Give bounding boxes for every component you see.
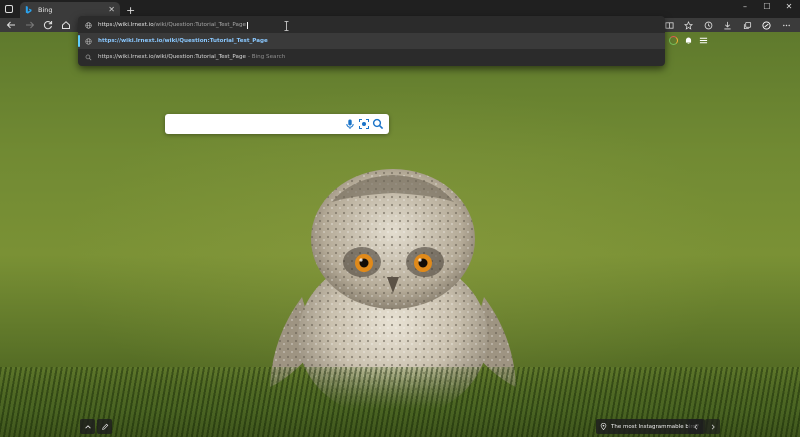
favorites-button[interactable] bbox=[679, 18, 699, 32]
image-navigation bbox=[688, 419, 720, 434]
chevron-up-icon bbox=[84, 424, 91, 428]
expand-feed-button[interactable] bbox=[80, 419, 95, 434]
home-button[interactable] bbox=[59, 18, 73, 32]
address-bar-dropdown: https://wiki.lrnext.io/wiki/Question:Tut… bbox=[78, 16, 665, 66]
toolbar-right-icons bbox=[660, 18, 797, 32]
menu-button[interactable] bbox=[699, 36, 708, 45]
hamburger-icon bbox=[699, 37, 708, 44]
rewards-icon[interactable] bbox=[669, 36, 678, 45]
chevron-right-icon bbox=[711, 424, 715, 429]
arrow-right-icon bbox=[26, 21, 35, 29]
forward-button[interactable] bbox=[23, 18, 37, 32]
downloads-icon bbox=[724, 21, 731, 29]
favorites-icon bbox=[684, 20, 694, 30]
notifications-button[interactable] bbox=[684, 36, 693, 45]
refresh-button[interactable] bbox=[41, 18, 55, 32]
history-icon bbox=[704, 21, 713, 29]
visual-search-icon bbox=[359, 119, 369, 129]
edit-button[interactable] bbox=[97, 419, 112, 434]
next-image-button[interactable] bbox=[705, 419, 720, 434]
search-icon bbox=[372, 118, 384, 130]
copilot-button[interactable] bbox=[757, 18, 777, 32]
suggestion-url-text: https://wiki.lrnext.io/wiki/Question:Tut… bbox=[98, 38, 268, 44]
collections-button[interactable] bbox=[738, 18, 758, 32]
bottom-left-controls bbox=[80, 419, 112, 434]
suggestion-url[interactable]: https://wiki.lrnext.io/wiki/Question:Tut… bbox=[78, 33, 665, 49]
copilot-icon bbox=[762, 20, 771, 30]
collections-icon bbox=[743, 21, 751, 29]
close-window-button[interactable]: ✕ bbox=[778, 0, 800, 14]
search-button[interactable] bbox=[372, 118, 384, 130]
visual-search-button[interactable] bbox=[358, 118, 370, 130]
refresh-icon bbox=[43, 21, 53, 30]
text-cursor-icon bbox=[284, 21, 289, 31]
arrow-left-icon bbox=[6, 21, 15, 29]
location-pin-icon bbox=[600, 423, 607, 430]
pencil-icon bbox=[101, 423, 108, 430]
tab-actions-icon bbox=[5, 5, 13, 13]
suggestion-source: - Bing Search bbox=[247, 54, 286, 60]
downloads-button[interactable] bbox=[718, 18, 738, 32]
background-image bbox=[0, 32, 800, 437]
back-button[interactable] bbox=[4, 18, 18, 32]
suggestion-bing-search[interactable]: https://wiki.lrnext.io/wiki/Question:Tut… bbox=[78, 49, 665, 65]
voice-search-button[interactable] bbox=[344, 118, 356, 130]
bing-logo-icon bbox=[25, 6, 32, 14]
chevron-left-icon bbox=[693, 424, 697, 429]
tab-actions-button[interactable] bbox=[0, 0, 18, 18]
search-input[interactable] bbox=[171, 117, 337, 131]
tab-title: Bing bbox=[38, 6, 53, 14]
more-button[interactable] bbox=[777, 18, 797, 32]
search-icon bbox=[85, 54, 91, 60]
address-host: https://wiki.lrnext.io bbox=[98, 22, 154, 28]
minimize-button[interactable]: – bbox=[734, 0, 756, 14]
more-icon bbox=[782, 24, 790, 26]
selection-accent bbox=[78, 35, 80, 47]
split-screen-icon bbox=[665, 21, 674, 29]
text-caret bbox=[246, 21, 248, 29]
microphone-icon bbox=[346, 119, 354, 129]
globe-icon bbox=[84, 37, 92, 45]
history-button[interactable] bbox=[699, 18, 719, 32]
window-controls: – ☐ ✕ bbox=[734, 0, 800, 14]
bing-search-box bbox=[165, 114, 389, 134]
previous-image-button[interactable] bbox=[688, 419, 703, 434]
bing-header-actions bbox=[669, 36, 708, 45]
home-icon bbox=[62, 21, 70, 29]
tab-close-icon[interactable]: ✕ bbox=[108, 5, 115, 15]
maximize-button[interactable]: ☐ bbox=[756, 0, 778, 14]
globe-icon bbox=[84, 21, 92, 29]
caption-text: The most Instagrammable bird? bbox=[611, 423, 699, 430]
address-input[interactable]: https://wiki.lrnext.io/wiki/Question:Tut… bbox=[78, 17, 665, 33]
address-path: /wiki/Question:Tutorial_Test_Page bbox=[153, 22, 246, 28]
suggestion-search-text: https://wiki.lrnext.io/wiki/Question:Tut… bbox=[98, 54, 246, 60]
bell-icon bbox=[685, 37, 692, 44]
